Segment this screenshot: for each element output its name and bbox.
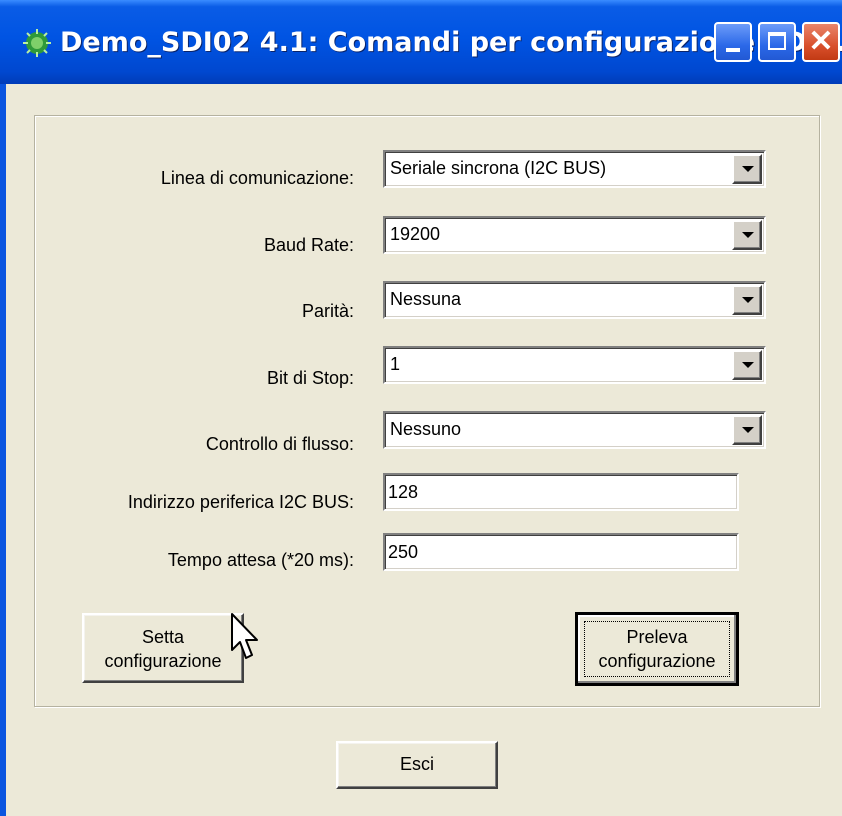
app-icon — [23, 29, 51, 57]
controllo-flusso-select[interactable]: Nessuno — [383, 411, 766, 449]
window-frame-left — [0, 84, 6, 816]
chevron-down-icon — [742, 362, 754, 368]
chevron-down-icon — [742, 427, 754, 433]
set-config-label-line1: Setta — [141, 627, 185, 647]
exit-button[interactable]: Esci — [336, 741, 498, 789]
controllo-flusso-value: Nessuno — [390, 419, 462, 439]
dropdown-button[interactable] — [732, 220, 762, 250]
close-icon: ✕ — [808, 25, 834, 58]
label-indirizzo-periferica: Indirizzo periferica I2C BUS: — [127, 492, 354, 512]
title-bar[interactable]: Demo_SDI02 4.1: Comandi per configurazio… — [0, 0, 842, 84]
label-tempo-attesa: Tempo attesa (*20 ms): — [167, 550, 354, 570]
indirizzo-periferica-input[interactable] — [388, 478, 728, 506]
close-button[interactable]: ✕ — [802, 22, 840, 62]
baud-rate-select[interactable]: 19200 — [383, 216, 766, 254]
label-bit-stop: Bit di Stop: — [266, 368, 354, 388]
set-config-button[interactable]: Setta configurazione — [82, 613, 244, 683]
focus-rectangle — [584, 621, 730, 677]
mouse-cursor-icon — [231, 613, 258, 659]
get-config-button[interactable]: Preleva configurazione — [575, 612, 739, 686]
chevron-down-icon — [742, 166, 754, 172]
parita-select[interactable]: Nessuna — [383, 281, 766, 319]
maximize-button[interactable] — [758, 22, 796, 62]
baud-rate-value: 19200 — [390, 224, 441, 244]
indirizzo-periferica-field[interactable] — [383, 473, 739, 511]
dropdown-button[interactable] — [732, 415, 762, 445]
chevron-down-icon — [742, 232, 754, 238]
linea-comunicazione-select[interactable]: Seriale sincrona (I2C BUS) — [383, 150, 766, 188]
bit-stop-value: 1 — [390, 354, 401, 374]
tempo-attesa-field[interactable] — [383, 533, 739, 571]
tempo-attesa-input[interactable] — [388, 538, 728, 566]
label-baud-rate: Baud Rate: — [263, 235, 354, 255]
label-linea-comunicazione: Linea di comunicazione: — [160, 168, 354, 188]
parita-value: Nessuna — [390, 289, 462, 309]
maximize-icon — [768, 32, 786, 50]
dropdown-button[interactable] — [732, 285, 762, 315]
label-parita: Parità: — [301, 301, 354, 321]
dropdown-button[interactable] — [732, 350, 762, 380]
linea-comunicazione-value: Seriale sincrona (I2C BUS) — [390, 158, 607, 178]
minimize-button[interactable] — [714, 22, 752, 62]
label-controllo-flusso: Controllo di flusso: — [205, 434, 354, 454]
bit-stop-select[interactable]: 1 — [383, 346, 766, 384]
set-config-label-line2: configurazione — [104, 651, 222, 671]
minimize-icon — [726, 48, 740, 52]
chevron-down-icon — [742, 297, 754, 303]
dropdown-button[interactable] — [732, 154, 762, 184]
